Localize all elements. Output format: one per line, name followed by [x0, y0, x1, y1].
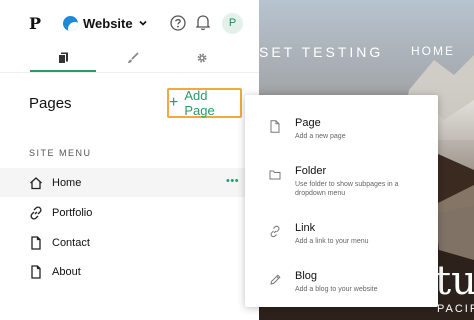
menu-item-title: Page	[295, 117, 321, 129]
page-icon	[31, 235, 41, 250]
add-page-label: Add Page	[184, 88, 215, 118]
preview-hero-subtitle: PACIFIC N	[437, 303, 474, 315]
site-name: Website	[83, 15, 133, 31]
menu-item-description: Add a new page	[295, 133, 346, 140]
sidebar-item-contact[interactable]: Contact	[0, 228, 259, 257]
tab-design[interactable]	[100, 44, 166, 72]
pages-panel: P Website P Pages + Add Page SITE MENU H…	[0, 0, 259, 320]
preview-site-title: SET TESTING	[259, 44, 384, 60]
menu-item-blog[interactable]: Blog Add a blog to your website	[245, 270, 438, 320]
menu-item-link[interactable]: Link Add a link to your menu	[245, 222, 438, 272]
site-menu-heading: SITE MENU	[29, 148, 92, 158]
home-icon	[30, 176, 42, 189]
brush-icon	[128, 52, 139, 63]
link-icon	[30, 205, 42, 220]
menu-item-page[interactable]: Page Add a new page	[245, 117, 438, 167]
menu-item-description: Use folder to show subpages in a dropdow…	[295, 181, 399, 197]
help-icon[interactable]	[170, 15, 186, 31]
sidebar-item-label: Contact	[52, 236, 90, 249]
page-icon	[31, 264, 41, 279]
avatar[interactable]: P	[222, 13, 243, 34]
sidebar-item-portfolio[interactable]: Portfolio	[0, 198, 259, 227]
tabs-divider	[0, 72, 259, 73]
chevron-down-icon	[139, 20, 147, 26]
sidebar-item-about[interactable]: About	[0, 257, 259, 286]
menu-item-title: Link	[295, 222, 316, 234]
pencil-icon	[270, 274, 281, 285]
tab-pages[interactable]	[30, 44, 96, 72]
app-logo[interactable]: P	[29, 14, 41, 33]
page-title: Pages	[29, 95, 72, 112]
add-page-button[interactable]: + Add Page	[167, 88, 242, 118]
tab-settings[interactable]	[169, 44, 235, 72]
site-switcher[interactable]: Website	[63, 14, 148, 32]
link-icon	[270, 225, 280, 238]
menu-item-title: Folder	[295, 165, 327, 177]
add-page-menu: Page Add a new page Folder Use folder to…	[245, 95, 438, 307]
plus-icon: +	[169, 94, 179, 111]
preview-hero-text: tu	[435, 258, 474, 304]
sidebar-item-label: About	[52, 265, 81, 278]
more-options-icon[interactable]: •••	[226, 175, 239, 187]
folder-icon	[269, 170, 281, 180]
menu-item-description: Add a blog to your website	[295, 286, 378, 293]
menu-item-title: Blog	[295, 270, 318, 282]
pages-icon	[57, 52, 68, 64]
site-icon	[63, 15, 78, 31]
sidebar-item-label: Portfolio	[52, 206, 93, 219]
preview-nav-home: HOME	[411, 44, 455, 58]
sidebar-item-label: Home	[52, 176, 82, 189]
menu-item-description: Add a link to your menu	[295, 238, 369, 245]
bell-icon[interactable]	[196, 14, 210, 31]
menu-item-folder[interactable]: Folder Use folder to show subpages in a …	[245, 165, 438, 215]
sidebar-item-home[interactable]: Home •••	[0, 168, 259, 197]
page-icon	[270, 120, 280, 133]
top-bar: P Website P	[0, 0, 259, 44]
gear-icon	[197, 53, 207, 63]
panel-tabs	[0, 44, 259, 72]
